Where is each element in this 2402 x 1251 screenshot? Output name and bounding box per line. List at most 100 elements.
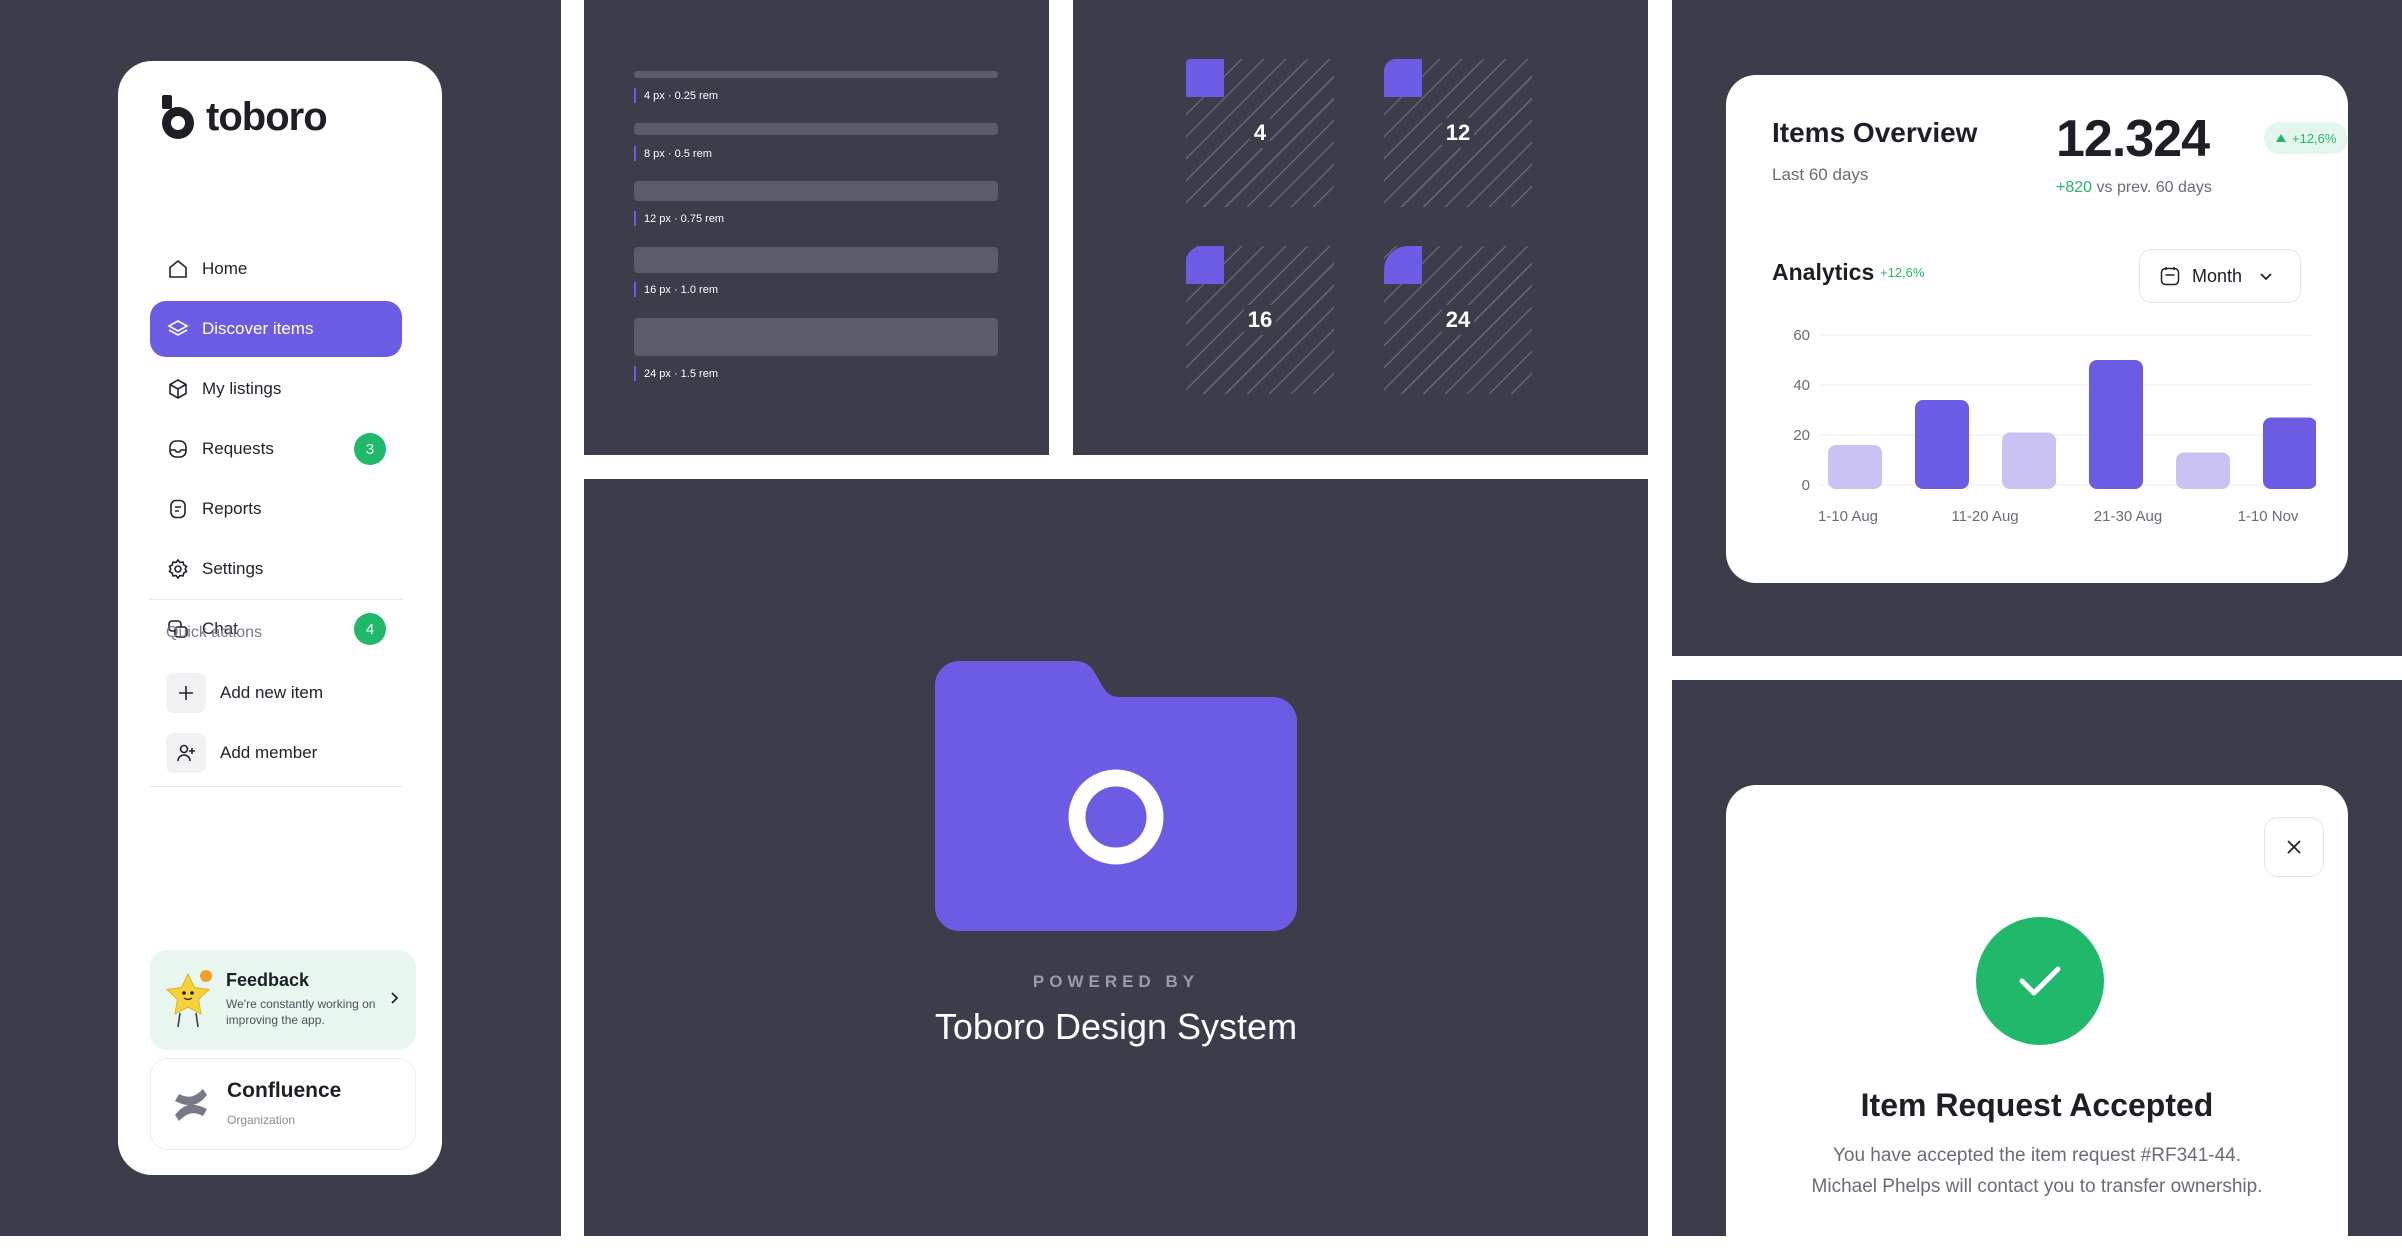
powered-by-caption: POWERED BY: [1032, 972, 1200, 991]
spacing-bar-12: [634, 181, 998, 201]
radius-sample-12: 12: [1383, 58, 1533, 208]
sidebar: toboro Home Discover items My listings R…: [118, 61, 442, 1175]
star-mascot-icon: [165, 970, 212, 1028]
feedback-description: We're constantly working on improving th…: [226, 997, 376, 1027]
chart-bar[interactable]: [2002, 432, 2056, 490]
inbox-icon: [166, 437, 190, 461]
items-overview-panel: Items Overview Last 60 days 12.324 +12,6…: [1672, 0, 2402, 656]
radius-value: 12: [1441, 118, 1475, 148]
chart-bar[interactable]: [1828, 445, 1882, 489]
calendar-icon: [2158, 264, 2182, 288]
logo-text: toboro: [206, 94, 328, 139]
chart-x-tick-label: 1-10 Aug: [1818, 508, 1878, 525]
folder-icon: [935, 661, 1297, 931]
chart-bar[interactable]: [2176, 452, 2230, 490]
spacing-bar-8: [634, 123, 998, 135]
spacing-bar-16: [634, 247, 998, 273]
chart-y-tick-label: 60: [1793, 327, 1810, 344]
quick-actions-divider: [150, 786, 402, 787]
overview-change-badge: +12,6%: [2264, 122, 2349, 154]
add-member-button[interactable]: Add member: [166, 731, 317, 775]
close-button[interactable]: [2264, 817, 2324, 877]
sidebar-item-label: Settings: [202, 559, 264, 578]
request-accepted-modal: Item Request Accepted You have accepted …: [1726, 785, 2348, 1236]
overview-delta: +820 vs prev. 60 days: [2056, 179, 2212, 197]
organization-name: Confluence: [227, 1079, 342, 1102]
chart-bar[interactable]: [2089, 360, 2143, 489]
success-check-badge: [1976, 917, 2104, 1045]
chart-bar[interactable]: [1915, 400, 1969, 489]
request-accepted-panel: Item Request Accepted You have accepted …: [1672, 680, 2402, 1236]
add-member-label: Add member: [220, 743, 318, 762]
organization-switcher[interactable]: Confluence Organization: [150, 1058, 416, 1150]
overview-delta-text: vs prev. 60 days: [2096, 179, 2212, 196]
quick-actions-title: Quick actions: [166, 624, 263, 641]
add-new-item-button[interactable]: Add new item: [166, 671, 323, 715]
period-dropdown[interactable]: Month: [2139, 249, 2301, 303]
sidebar-item-home[interactable]: Home: [150, 241, 402, 297]
radius-value: 24: [1441, 305, 1475, 335]
feedback-title: Feedback: [226, 970, 310, 990]
chart-y-tick-label: 20: [1793, 427, 1810, 444]
radius-sample-16: 16: [1185, 245, 1335, 395]
analytics-title: Analytics: [1772, 259, 1875, 285]
chart-x-tick-label: 11-20 Aug: [1951, 508, 2018, 525]
modal-message-line-2: Michael Phelps will contact you to trans…: [1811, 1176, 2263, 1197]
feedback-card[interactable]: Feedback We're constantly working on imp…: [150, 950, 416, 1050]
spacing-bar-4: [634, 71, 998, 78]
arrow-up-icon: [2276, 134, 2286, 142]
chart-x-tick-label: 21-30 Aug: [2094, 508, 2162, 525]
gear-icon: [166, 557, 190, 581]
overview-change-value: +12,6%: [2292, 130, 2337, 146]
chart-y-tick-label: 0: [1802, 477, 1810, 494]
overview-period: Last 60 days: [1772, 165, 1869, 184]
overview-delta-value: +820: [2056, 179, 2093, 196]
radius-value: 4: [1249, 118, 1271, 148]
radius-sample-4: 4: [1185, 58, 1335, 208]
home-icon: [166, 257, 190, 281]
sidebar-item-label: Home: [202, 259, 248, 278]
check-icon: [2019, 966, 2061, 996]
chevron-down-icon: [2258, 268, 2274, 284]
confluence-logo-icon: [175, 1089, 207, 1121]
spacing-label-4: 4 px · 0.25 rem: [634, 88, 718, 103]
sidebar-item-label: Reports: [202, 499, 262, 518]
spacing-label-8: 8 px · 0.5 rem: [634, 146, 712, 161]
logo[interactable]: toboro: [160, 89, 328, 145]
layers-icon: [166, 317, 190, 341]
add-new-item-label: Add new item: [220, 683, 323, 702]
chart-bar[interactable]: [2263, 417, 2316, 490]
sidebar-item-settings[interactable]: Settings: [150, 541, 402, 597]
analytics-change: +12,6%: [1880, 265, 1925, 280]
sidebar-item-reports[interactable]: Reports: [150, 481, 402, 537]
chart-y-tick-label: 40: [1793, 377, 1810, 394]
box-icon: [166, 377, 190, 401]
sidebar-item-my-listings[interactable]: My listings: [150, 361, 402, 417]
document-icon: [166, 497, 190, 521]
spacing-label-16: 16 px · 1.0 rem: [634, 282, 718, 297]
chat-count-badge: 4: [354, 613, 386, 645]
requests-count-badge: 3: [354, 433, 386, 465]
overview-total-value: 12.324: [2056, 110, 2210, 168]
sidebar-item-label: Discover items: [202, 319, 314, 338]
analytics-bar-chart: 0 20 40 60 1-10 Aug 11-20 Aug 21-30 Aug 1-10 No…: [1793, 327, 2316, 525]
items-overview-card: Items Overview Last 60 days 12.324 +12,6…: [1726, 75, 2349, 583]
chevron-right-icon: [386, 990, 402, 1011]
sidebar-item-discover-items[interactable]: Discover items: [150, 301, 402, 357]
logo-icon: [162, 95, 194, 139]
powered-by-panel: POWERED BY Toboro Design System: [584, 479, 1648, 1236]
sidebar-item-label: Requests: [202, 439, 274, 458]
sidebar-item-requests[interactable]: Requests 3: [150, 421, 402, 477]
spacing-label-24: 24 px · 1.5 rem: [634, 366, 718, 381]
chart-x-tick-label: 1-10 Nov: [2238, 508, 2299, 525]
radius-sample-24: 24: [1383, 245, 1533, 395]
modal-message: You have accepted the item request #RF34…: [1726, 1140, 2348, 1202]
add-user-icon: [166, 733, 206, 773]
organization-type: Organization: [227, 1113, 296, 1127]
radius-value: 16: [1243, 305, 1277, 335]
sidebar-item-label: My listings: [202, 379, 282, 398]
nav-divider: [150, 599, 402, 600]
design-system-name: Toboro Design System: [934, 1006, 1298, 1047]
modal-message-line-1: You have accepted the item request #RF34…: [1832, 1145, 2242, 1166]
radius-scale-panel: 4 12 16 24: [1073, 0, 1648, 455]
